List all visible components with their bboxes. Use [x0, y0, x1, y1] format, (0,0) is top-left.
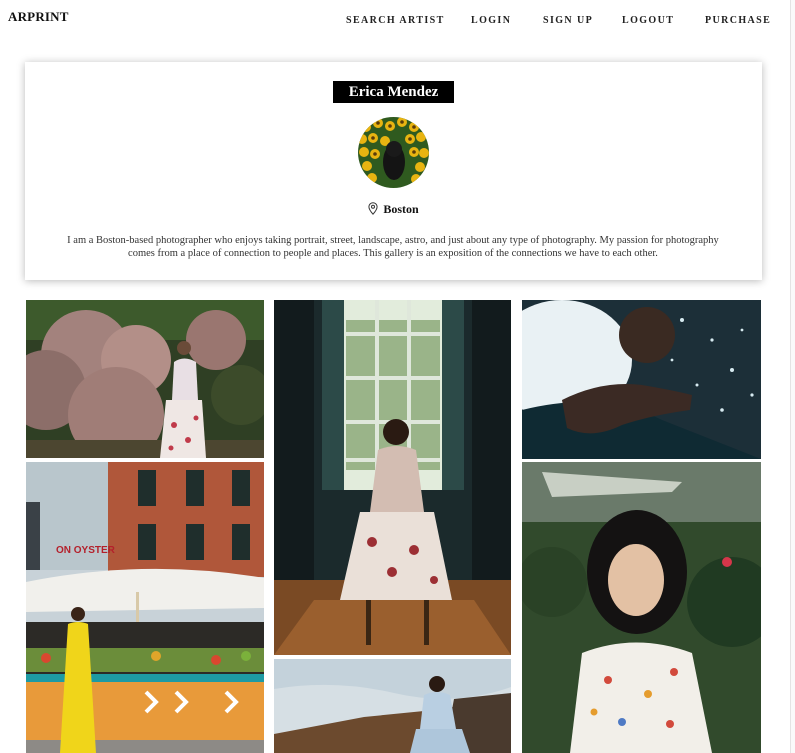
photo-woman-on-rocks[interactable]	[274, 659, 511, 753]
nav-purchase[interactable]: PURCHASE	[705, 15, 771, 26]
nav-sign-up[interactable]: SIGN UP	[543, 15, 593, 26]
nav-login[interactable]: LOGIN	[471, 15, 511, 26]
avatar	[358, 117, 429, 188]
artist-name: Erica Mendez	[333, 81, 454, 103]
oyster-sign: ON OYSTER	[56, 545, 116, 556]
photo-woman-floral-portrait[interactable]	[522, 462, 761, 753]
location: Boston	[25, 202, 762, 217]
photo-woman-smoke-tree[interactable]	[26, 300, 264, 458]
profile-card: Erica Mendez Boston I am a Boston-based …	[25, 62, 762, 280]
photo-oyster-house-market[interactable]: ON OYSTER	[26, 462, 264, 753]
photo-woman-chair-window[interactable]	[274, 300, 511, 655]
map-pin-icon	[368, 202, 378, 215]
scrollbar-track[interactable]	[790, 0, 795, 753]
location-text: Boston	[383, 202, 419, 216]
photo-hand-water-splash[interactable]	[522, 300, 761, 459]
top-nav: SEARCH ARTIST LOGIN SIGN UP LOGOUT PURCH…	[0, 15, 795, 29]
artist-bio: I am a Boston-based photographer who enj…	[67, 235, 719, 259]
nav-logout[interactable]: LOGOUT	[622, 15, 674, 26]
nav-search-artist[interactable]: SEARCH ARTIST	[346, 15, 445, 26]
